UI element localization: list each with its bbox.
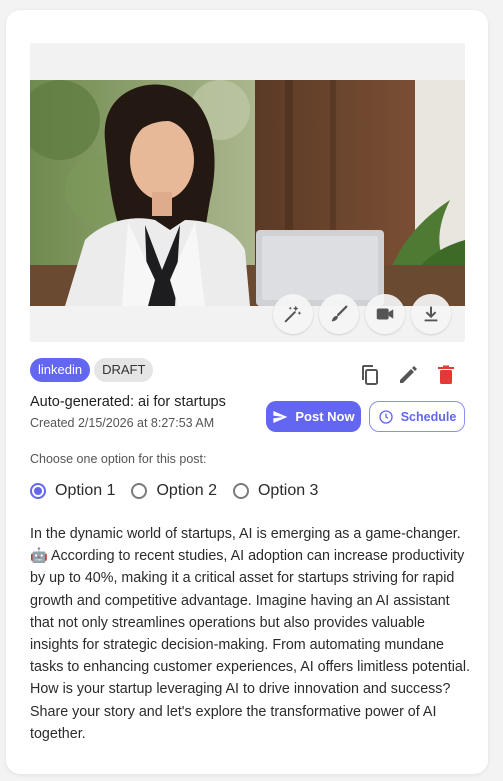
option-1-label: Option 1: [55, 482, 116, 499]
post-now-label: Post Now: [295, 409, 355, 424]
option-3-radio[interactable]: [232, 483, 249, 499]
post-actions: [358, 363, 458, 387]
post-now-button[interactable]: Post Now: [266, 401, 361, 432]
option-2-label: Option 2: [156, 482, 217, 499]
choose-option-label: Choose one option for this post:: [30, 452, 207, 466]
post-media: [30, 43, 465, 342]
option-radio-group: Option 1 Option 2 Option 3: [30, 482, 318, 500]
clock-icon: [379, 409, 393, 424]
delete-icon[interactable]: [434, 363, 458, 387]
schedule-button[interactable]: Schedule: [369, 401, 465, 432]
video-icon[interactable]: [365, 294, 405, 334]
post-title: Auto-generated: ai for startups: [30, 394, 226, 410]
post-body-text: In the dynamic world of startups, AI is …: [30, 526, 470, 742]
copy-icon[interactable]: [358, 363, 382, 387]
portrait-illustration: [30, 80, 465, 306]
media-toolbar: [273, 294, 451, 334]
created-timestamp: Created 2/15/2026 at 8:27:53 AM: [30, 416, 215, 430]
send-icon: [273, 410, 288, 423]
post-image[interactable]: [30, 80, 465, 306]
download-icon[interactable]: [411, 294, 451, 334]
brush-icon[interactable]: [319, 294, 359, 334]
edit-icon[interactable]: [396, 363, 420, 387]
option-3[interactable]: Option 3: [232, 482, 319, 500]
platform-badge: linkedin: [30, 358, 91, 382]
schedule-label: Schedule: [400, 409, 457, 424]
option-2[interactable]: Option 2: [131, 482, 217, 500]
option-2-radio[interactable]: [131, 483, 148, 499]
status-badge: DRAFT: [94, 358, 154, 382]
magic-wand-icon[interactable]: [273, 294, 313, 334]
option-1[interactable]: Option 1: [30, 482, 115, 500]
option-3-label: Option 3: [257, 482, 319, 499]
tag-row: linkedin DRAFT: [30, 358, 154, 382]
post-card: linkedin DRAFT Auto-generated: ai for st…: [6, 10, 488, 774]
option-1-radio[interactable]: [30, 483, 46, 499]
